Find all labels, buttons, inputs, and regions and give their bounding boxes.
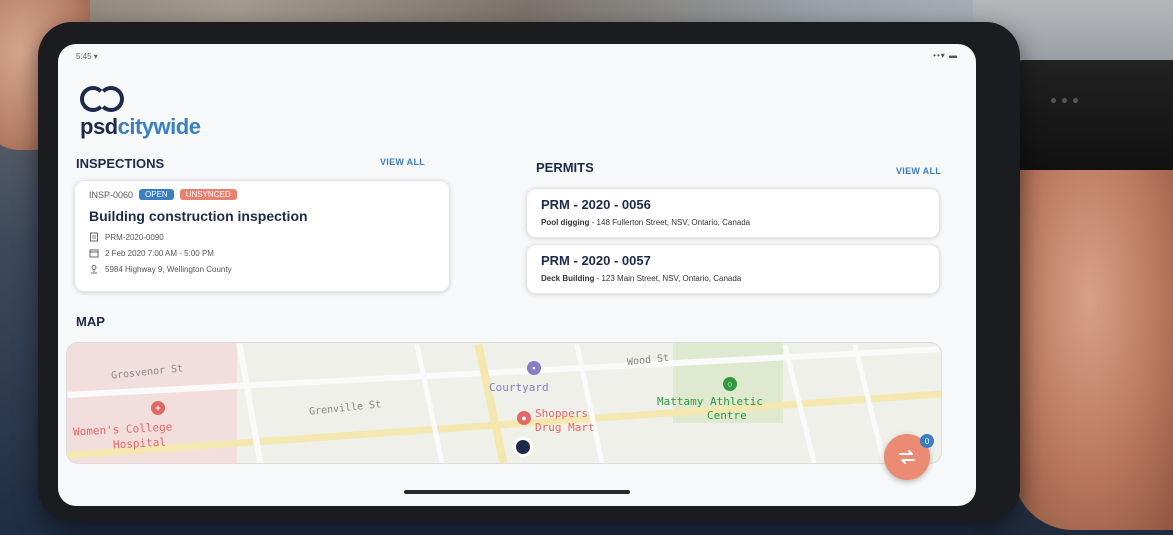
street — [852, 344, 887, 463]
street — [574, 343, 605, 463]
sync-badge-unsynced: UNSYNCED — [179, 189, 237, 200]
watch-detail — [1051, 98, 1078, 103]
permits-view-all-link[interactable]: VIEW ALL — [896, 166, 941, 176]
status-bar: 5:45 ▾ ••▾ ▬ — [58, 44, 976, 66]
brand-logo: psdcitywide — [80, 82, 201, 140]
permit-description: Deck Building - 123 Main Street, NSV, On… — [541, 274, 925, 283]
document-icon — [90, 232, 98, 242]
status-time: 5:45 ▾ — [76, 52, 98, 61]
sync-count-badge: 0 — [920, 434, 934, 448]
permit-address: - 123 Main Street, NSV, Ontario, Canada — [594, 274, 742, 283]
inspections-title: INSPECTIONS — [76, 156, 165, 171]
shopping-pin-icon[interactable]: ● — [517, 411, 531, 425]
poi-label: Centre — [707, 409, 747, 422]
poi-label: Drug Mart — [535, 421, 595, 434]
inspection-datetime: 2 Feb 2020 7:00 AM - 5:00 PM — [105, 248, 214, 258]
hospital-pin-icon[interactable]: + — [151, 401, 165, 415]
permit-card[interactable]: PRM - 2020 - 0057 Deck Building - 123 Ma… — [526, 244, 940, 294]
inspection-card-header: INSP-0060 OPEN UNSYNCED — [89, 189, 435, 200]
inspection-permit-row: PRM-2020-0090 — [89, 232, 435, 242]
right-hand — [1013, 110, 1173, 530]
poi-label: Courtyard — [489, 381, 549, 394]
map-title: MAP — [76, 314, 105, 329]
permit-title: PRM - 2020 - 0057 — [541, 253, 651, 268]
inspection-address-row: 5984 Highway 9, Wellington County — [89, 264, 435, 274]
wristwatch — [1003, 60, 1173, 170]
sports-pin-icon[interactable]: ○ — [723, 377, 737, 391]
permit-title: PRM - 2020 - 0056 — [541, 197, 651, 212]
poi-label: Mattamy Athletic — [657, 395, 763, 408]
permit-type: Deck Building — [541, 274, 595, 283]
permits-title: PERMITS — [536, 160, 594, 175]
hotel-pin-icon[interactable]: ▪ — [527, 361, 541, 375]
current-location-marker[interactable] — [513, 437, 533, 457]
app-screen: 5:45 ▾ ••▾ ▬ psdcitywide INSPECTIONS VIE… — [58, 44, 976, 506]
status-icons: ••▾ ▬ — [933, 51, 958, 60]
permit-card[interactable]: PRM - 2020 - 0056 Pool digging - 148 Ful… — [526, 188, 940, 238]
calendar-icon — [89, 249, 99, 258]
street — [414, 343, 445, 463]
permit-description: Pool digging - 148 Fullerton Street, NSV… — [541, 218, 925, 227]
inspection-datetime-row: 2 Feb 2020 7:00 AM - 5:00 PM — [89, 248, 435, 258]
inspection-address: 5984 Highway 9, Wellington County — [105, 264, 232, 274]
permit-type: Pool digging — [541, 218, 590, 227]
inspections-view-all-link[interactable]: VIEW ALL — [380, 157, 425, 167]
inspection-card[interactable]: INSP-0060 OPEN UNSYNCED Building constru… — [74, 180, 450, 292]
poi-label: Hospital — [112, 435, 167, 452]
map-view[interactable]: Grosvenor St Grenville St Wood St ▪ Cour… — [66, 342, 942, 464]
status-badge-open: OPEN — [139, 189, 174, 200]
home-indicator[interactable] — [404, 490, 630, 494]
brand-name: psdcitywide — [80, 114, 201, 140]
permit-address: - 148 Fullerton Street, NSV, Ontario, Ca… — [589, 218, 751, 227]
poi-label: Shoppers — [535, 407, 588, 420]
street — [474, 343, 508, 463]
inspection-title: Building construction inspection — [89, 208, 308, 224]
logo-mark-icon — [80, 82, 132, 116]
street-label: Grenville St — [308, 399, 382, 418]
inspection-id: INSP-0060 — [89, 189, 134, 200]
location-icon — [91, 265, 97, 274]
brand-prefix: psd — [80, 114, 118, 139]
brand-suffix: citywide — [117, 114, 201, 139]
sync-arrows-icon — [899, 450, 915, 464]
inspection-permit: PRM-2020-0090 — [105, 232, 164, 242]
